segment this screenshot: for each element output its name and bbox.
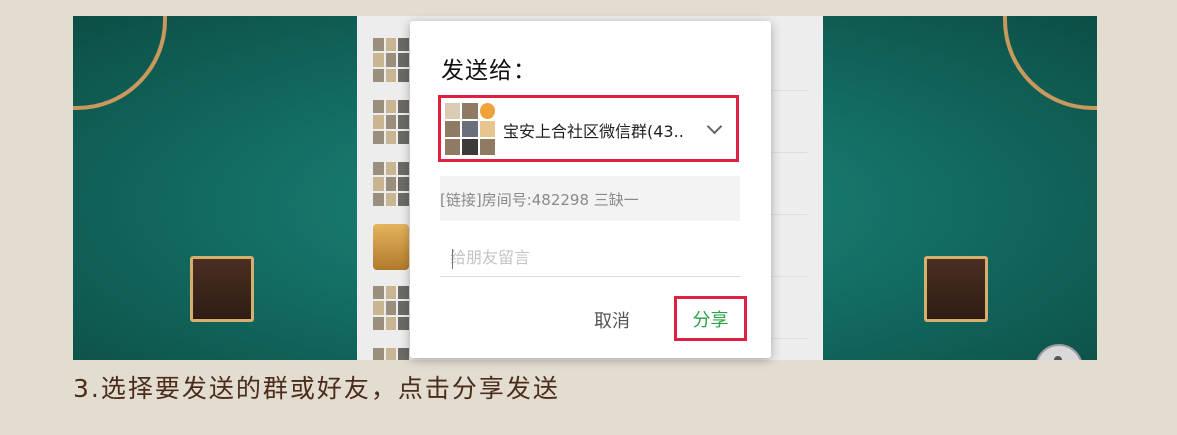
list-item[interactable] (373, 100, 409, 146)
table-frame-corner-right (1003, 16, 1097, 110)
player-seat-left[interactable] (190, 256, 254, 322)
list-item[interactable] (373, 38, 409, 84)
instruction-caption: 3.选择要发送的群或好友，点击分享发送 (73, 374, 560, 403)
list-item[interactable] (373, 286, 409, 332)
chevron-down-icon[interactable] (706, 118, 723, 135)
list-item[interactable] (373, 224, 409, 270)
recipient-name: 宝安上合社区微信群(43.. (503, 122, 684, 141)
share-dialog: 发送给： 宝安上合社区微信群(43.. [链接]房间号:482298 三缺一 取… (410, 21, 771, 358)
microphone-icon[interactable] (1035, 344, 1083, 360)
list-item[interactable] (373, 162, 409, 208)
recipient-selector[interactable]: 宝安上合社区微信群(43.. (438, 95, 739, 162)
dialog-title: 发送给： (441, 58, 537, 84)
link-text: [链接]房间号:482298 三缺一 (440, 191, 639, 209)
share-button[interactable]: 分享 (674, 296, 747, 341)
message-input[interactable] (440, 239, 740, 277)
group-avatar (445, 103, 495, 155)
list-item[interactable] (373, 348, 409, 360)
cancel-button[interactable]: 取消 (594, 307, 630, 333)
shared-link-preview: [链接]房间号:482298 三缺一 (440, 176, 740, 221)
player-seat-right[interactable] (924, 256, 988, 322)
table-frame-corner-left (73, 16, 167, 110)
text-cursor (452, 249, 453, 269)
